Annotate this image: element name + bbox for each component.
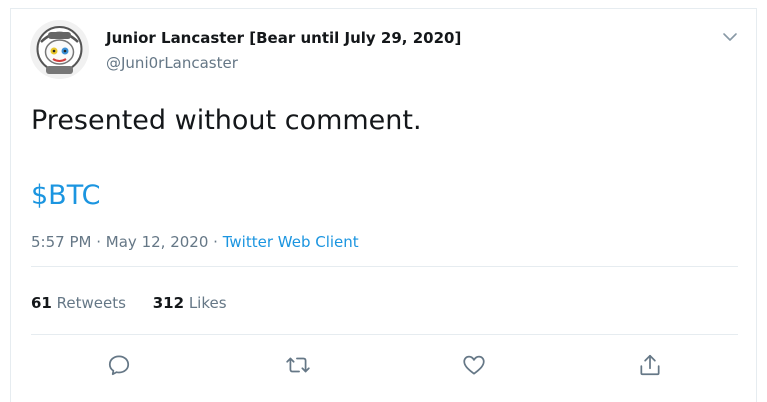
- author-display-name[interactable]: Junior Lancaster [Bear until July 29, 20…: [106, 29, 461, 47]
- chevron-down-icon[interactable]: [722, 29, 738, 45]
- author-handle[interactable]: @Juni0rLancaster: [106, 54, 238, 72]
- cashtag-link[interactable]: $BTC: [31, 180, 100, 211]
- tweet-source-link[interactable]: Twitter Web Client: [223, 233, 359, 251]
- retweets-stat[interactable]: 61 Retweets: [31, 294, 126, 312]
- tweet-card: Junior Lancaster [Bear until July 29, 20…: [10, 8, 757, 402]
- reply-icon[interactable]: [106, 352, 132, 378]
- tweet-time[interactable]: 5:57 PM: [31, 233, 91, 251]
- likes-count: 312: [152, 294, 185, 312]
- divider: [31, 266, 738, 267]
- likes-label: Likes: [188, 294, 227, 312]
- separator: ·: [213, 233, 218, 251]
- retweets-count: 61: [31, 294, 52, 312]
- heart-icon[interactable]: [461, 352, 487, 378]
- retweet-icon[interactable]: [285, 352, 311, 378]
- avatar[interactable]: [30, 20, 89, 79]
- tweet-stats: 61 Retweets 312 Likes: [31, 294, 249, 312]
- tweet-date[interactable]: May 12, 2020: [106, 233, 209, 251]
- tweet-text: Presented without comment.: [31, 105, 422, 136]
- retweets-label: Retweets: [56, 294, 126, 312]
- likes-stat[interactable]: 312 Likes: [153, 294, 227, 312]
- separator: ·: [96, 233, 102, 251]
- divider: [31, 334, 738, 335]
- tweet-metadata: 5:57 PM · May 12, 2020 · Twitter Web Cli…: [31, 233, 359, 251]
- astronaut-avatar-icon: [30, 20, 89, 79]
- share-icon[interactable]: [637, 352, 663, 378]
